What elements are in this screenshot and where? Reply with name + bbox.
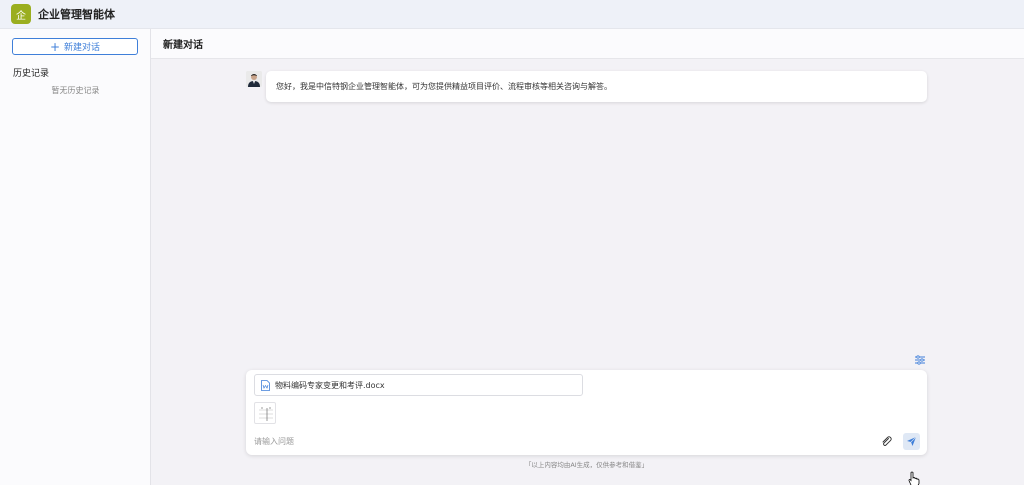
attachment-name: 物料编码专家变更和考评.docx bbox=[275, 380, 385, 390]
history-empty-text: 暂无历史记录 bbox=[51, 86, 100, 95]
hand-cursor-icon bbox=[908, 471, 920, 485]
app-logo: 企 bbox=[11, 4, 31, 24]
question-input[interactable] bbox=[254, 434, 854, 448]
attachment-chip[interactable]: 物料编码专家变更和考评.docx bbox=[254, 374, 583, 396]
user-avatar bbox=[246, 71, 262, 87]
new-chat-button[interactable]: + 新建对话 bbox=[12, 38, 138, 55]
top-bar: 企 企业管理智能体 bbox=[0, 0, 1024, 29]
sidebar: + 新建对话 历史记录 暂无历史记录 bbox=[0, 29, 151, 485]
page-title: 新建对话 bbox=[163, 40, 203, 51]
image-thumbnail[interactable] bbox=[254, 402, 276, 424]
main-panel: 新建对话 您好，我是中信特钢企业管理智能体，可为您提供精益项目评价、流程审核等相… bbox=[151, 29, 1024, 485]
history-title: 历史记录 bbox=[13, 69, 50, 79]
composer: 物料编码专家变更和考评.docx bbox=[246, 370, 927, 455]
send-icon bbox=[907, 436, 917, 446]
new-chat-label: 新建对话 bbox=[64, 43, 101, 53]
send-button[interactable] bbox=[903, 433, 920, 450]
sliders-icon[interactable] bbox=[915, 354, 925, 365]
main-header: 新建对话 bbox=[151, 29, 1024, 59]
assistant-message: 您好，我是中信特钢企业管理智能体，可为您提供精益项目评价、流程审核等相关咨询与解… bbox=[266, 71, 927, 102]
doc-icon bbox=[261, 379, 270, 391]
ai-disclaimer: 「以上内容均由AI生成，仅供参考和借鉴」 bbox=[524, 461, 649, 469]
plus-icon: + bbox=[49, 39, 61, 54]
paperclip-icon[interactable] bbox=[880, 435, 892, 447]
app-title: 企业管理智能体 bbox=[38, 8, 115, 21]
message-text: 您好，我是中信特钢企业管理智能体，可为您提供精益项目评价、流程审核等相关咨询与解… bbox=[276, 82, 612, 91]
